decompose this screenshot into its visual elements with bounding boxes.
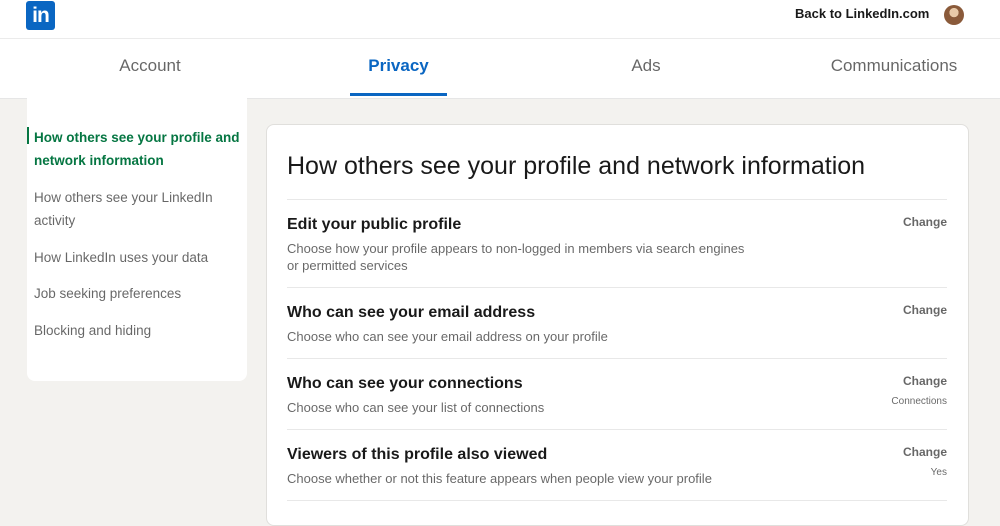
active-indicator: [27, 127, 29, 144]
setting-description: Choose whether or not this feature appea…: [287, 471, 712, 486]
change-button[interactable]: Change: [903, 215, 947, 229]
change-button[interactable]: Change: [903, 303, 947, 317]
row-divider: [287, 500, 947, 521]
page-title: How others see your profile and network …: [287, 152, 866, 180]
settings-card: How others see your profile and network …: [266, 124, 969, 526]
setting-title: Who can see your connections: [287, 375, 523, 392]
sidebar-item-job-seeking[interactable]: Job seeking preferences: [34, 282, 242, 305]
back-to-linkedin-link[interactable]: Back to LinkedIn.com: [795, 6, 929, 21]
sidebar-item-profile-network[interactable]: How others see your profile and network …: [34, 126, 242, 172]
tab-communications[interactable]: Communications: [826, 39, 962, 96]
setting-title: Edit your public profile: [287, 216, 462, 233]
tab-ads[interactable]: Ads: [610, 39, 682, 96]
setting-description: Choose who can see your email address on…: [287, 329, 608, 344]
setting-description: Choose who can see your list of connecti…: [287, 400, 545, 415]
sidebar-item-activity[interactable]: How others see your LinkedIn activity: [34, 186, 242, 232]
setting-value: Connections: [891, 396, 947, 407]
setting-description: Choose how your profile appears to non-l…: [287, 241, 745, 273]
avatar[interactable]: [944, 5, 964, 25]
tab-privacy[interactable]: Privacy: [350, 39, 447, 96]
setting-title: Viewers of this profile also viewed: [287, 446, 548, 463]
top-bar: in Back to LinkedIn.com: [0, 0, 1000, 39]
setting-title: Who can see your email address: [287, 304, 536, 321]
setting-row-connections-visibility[interactable]: Who can see your connections Choose who …: [287, 358, 947, 430]
setting-row-public-profile[interactable]: Edit your public profile Choose how your…: [287, 199, 947, 288]
setting-value: Yes: [930, 467, 947, 478]
sidebar-item-data-use[interactable]: How LinkedIn uses your data: [34, 246, 242, 269]
change-button[interactable]: Change: [903, 374, 947, 388]
setting-row-email-visibility[interactable]: Who can see your email address Choose wh…: [287, 287, 947, 359]
privacy-sidebar: How others see your profile and network …: [27, 98, 247, 381]
linkedin-logo-icon[interactable]: in: [26, 1, 55, 30]
sidebar-item-blocking[interactable]: Blocking and hiding: [34, 319, 242, 342]
setting-row-viewers-also-viewed[interactable]: Viewers of this profile also viewed Choo…: [287, 429, 947, 501]
change-button[interactable]: Change: [903, 445, 947, 459]
settings-tabs: Account Privacy Ads Communications: [0, 39, 1000, 99]
tab-account[interactable]: Account: [100, 39, 200, 96]
